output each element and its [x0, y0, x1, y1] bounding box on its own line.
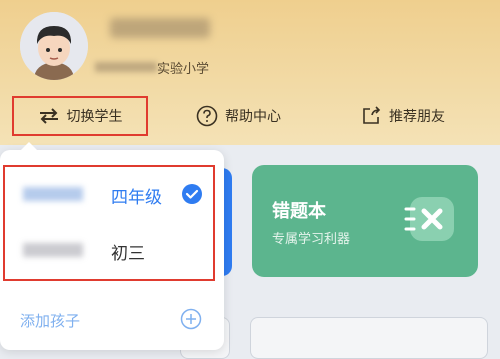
- recommend-friends-button[interactable]: 推荐朋友: [360, 96, 445, 136]
- feature-card-bottom-right[interactable]: [250, 317, 488, 359]
- help-center-button[interactable]: 帮助中心: [196, 96, 281, 136]
- plus-circle-icon: [180, 308, 202, 330]
- wrong-book-card[interactable]: 错题本 专属学习利器: [252, 165, 478, 277]
- add-child-button[interactable]: 添加孩子: [0, 300, 224, 340]
- wrong-book-icon: [404, 197, 454, 241]
- recommend-friends-label: 推荐朋友: [389, 109, 445, 125]
- student-option-1[interactable]: 四年级: [5, 167, 213, 223]
- school-name-masked: [95, 62, 157, 72]
- student-list: 四年级 初三: [3, 165, 215, 281]
- student-grade: 初三: [111, 244, 145, 264]
- avatar[interactable]: [20, 12, 88, 80]
- dropdown-caret: [20, 142, 38, 151]
- wrong-book-subtitle: 专属学习利器: [272, 232, 351, 247]
- share-box-icon: [363, 106, 381, 124]
- student-name-masked: [23, 187, 83, 201]
- check-circle-icon: [182, 184, 202, 204]
- switch-student-button[interactable]: 切换学生: [12, 96, 148, 136]
- add-child-label: 添加孩子: [20, 312, 81, 330]
- student-name-masked: [23, 243, 83, 257]
- student-grade: 四年级: [111, 188, 162, 208]
- switch-student-label: 切换学生: [66, 109, 123, 125]
- profile-header: 实验小学 切换学生 帮助中心 推荐朋友: [0, 0, 500, 145]
- student-switch-dropdown: 四年级 初三 添加孩子: [0, 142, 224, 350]
- switch-arrows-icon: [39, 108, 58, 124]
- student-option-2[interactable]: 初三: [5, 223, 213, 279]
- student-name-masked: [110, 18, 210, 38]
- wrong-book-title: 错题本: [272, 201, 326, 222]
- help-center-label: 帮助中心: [225, 109, 281, 125]
- question-circle-icon: [196, 105, 218, 127]
- school-name: 实验小学: [157, 62, 210, 77]
